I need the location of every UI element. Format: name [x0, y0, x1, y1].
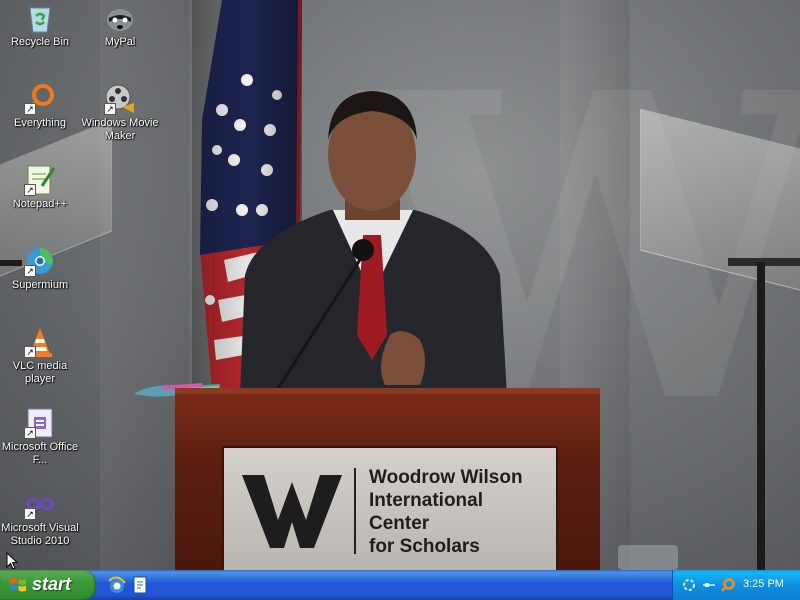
desktop-icon-everything[interactable]: ↗ Everything [0, 83, 80, 130]
sign-divider [354, 468, 356, 554]
file-icon[interactable] [130, 575, 150, 595]
sign-line: Woodrow Wilson [369, 467, 523, 488]
icon-label: Supermium [11, 279, 69, 291]
movie-maker-film-icon: ↗ [104, 83, 136, 115]
shortcut-arrow-icon: ↗ [24, 265, 36, 277]
icon-label: MyPal [104, 36, 136, 48]
podium: Woodrow Wilson International Center for … [175, 388, 600, 570]
desktop-icon-supermium[interactable]: ↗ Supermium [0, 245, 80, 292]
shortcut-arrow-icon: ↗ [24, 103, 36, 115]
volume-icon[interactable] [701, 577, 717, 593]
shortcut-arrow-icon: ↗ [104, 103, 116, 115]
icon-label: Windows Movie Maker [81, 117, 159, 142]
icon-label: Notepad++ [12, 198, 68, 210]
system-tray: 3:25 PM [672, 570, 800, 600]
shortcut-arrow-icon: ↗ [24, 346, 36, 358]
taskbar: start 3:25 PM [0, 570, 800, 600]
desktop-icon-recycle-bin[interactable]: Recycle Bin [0, 2, 80, 49]
windows-logo-icon [10, 578, 26, 592]
water-glass [618, 545, 678, 570]
desktop-icon-office[interactable]: ↗ Microsoft Office F... [0, 407, 80, 467]
desktop-icon-visual-studio[interactable]: ↗ Microsoft Visual Studio 2010 [0, 488, 80, 548]
desktop-icon-vlc[interactable]: ↗ VLC media player [0, 326, 80, 386]
podium-sign: Woodrow Wilson International Center for … [222, 446, 558, 570]
internet-explorer-icon[interactable] [107, 575, 127, 595]
start-button[interactable]: start [0, 570, 96, 600]
desktop-icon-mypal[interactable]: MyPal [80, 2, 160, 49]
sign-line: for Scholars [369, 536, 480, 557]
clock[interactable]: 3:25 PM [743, 578, 784, 590]
desktop-icon-notepad-plus-plus[interactable]: ↗ Notepad++ [0, 164, 80, 211]
icon-label: Microsoft Office F... [1, 441, 79, 466]
desktop-icon-windows-movie-maker[interactable]: ↗ Windows Movie Maker [80, 83, 160, 143]
shortcut-arrow-icon: ↗ [24, 508, 36, 520]
sign-line: International [369, 490, 484, 511]
vlc-cone-icon: ↗ [24, 326, 56, 358]
visual-studio-icon: ↗ [24, 488, 56, 520]
search-icon[interactable] [720, 577, 736, 593]
wilson-center-logo [242, 475, 342, 548]
icon-label: Everything [14, 117, 66, 129]
speaker-figure [240, 91, 507, 395]
shortcut-arrow-icon: ↗ [24, 427, 36, 439]
icon-label: VLC media player [12, 360, 68, 385]
supermium-browser-icon: ↗ [24, 245, 56, 277]
icon-label: Microsoft Visual Studio 2010 [1, 522, 79, 547]
teleprompter-stand-right [757, 262, 765, 570]
office-icon: ↗ [24, 407, 56, 439]
everything-search-icon: ↗ [24, 83, 56, 115]
start-label: start [32, 574, 72, 594]
sign-line: Center [369, 513, 430, 534]
mouse-cursor-icon [6, 552, 18, 570]
notepad-plus-plus-icon: ↗ [24, 164, 56, 196]
network-icon[interactable] [681, 577, 697, 593]
sign-text: Woodrow Wilson International Center for … [369, 466, 523, 558]
mypal-raccoon-icon [104, 2, 136, 34]
shortcut-arrow-icon: ↗ [24, 184, 36, 196]
icon-label: Recycle Bin [10, 36, 70, 48]
desktop[interactable]: W Woodrow Wilson International Center fo… [0, 0, 800, 570]
recycle-bin-icon [24, 2, 56, 34]
